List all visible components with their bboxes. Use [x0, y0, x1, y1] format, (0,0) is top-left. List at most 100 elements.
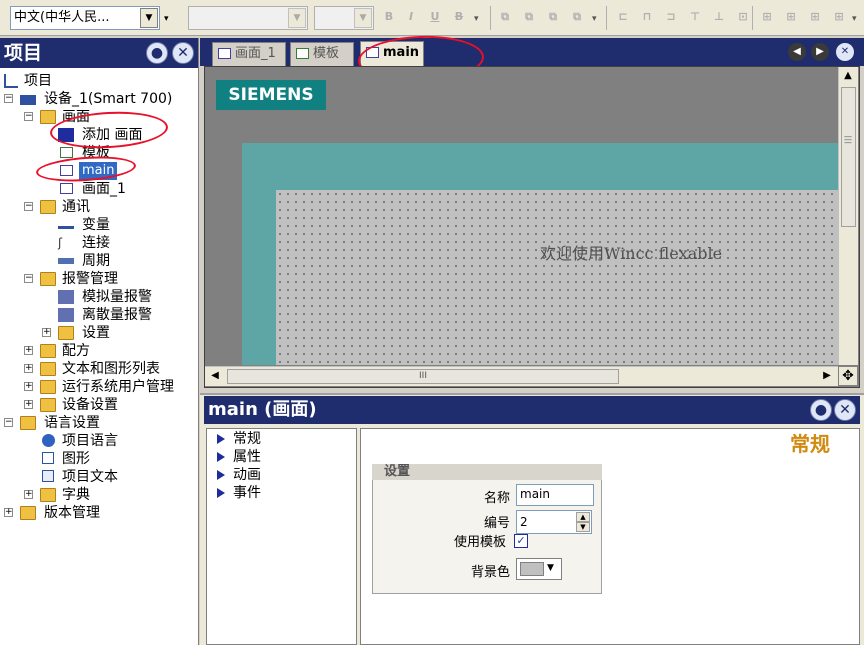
pin-icon[interactable]: ●	[810, 399, 832, 421]
welcome-text-field[interactable]: 欢迎使用Wincc flexable	[540, 240, 722, 264]
template-icon	[296, 48, 309, 59]
scroll-thumb[interactable]	[841, 87, 856, 227]
expand-icon[interactable]: +	[24, 382, 33, 391]
tree-item-label: 通讯	[62, 199, 90, 215]
chevron-down-icon[interactable]: ▼	[547, 563, 554, 573]
expand-icon[interactable]: +	[24, 400, 33, 409]
name-field[interactable]: main	[516, 484, 594, 506]
language-select[interactable]: 中文(中华人民... ▼	[10, 6, 160, 30]
language-select-value: 中文(中华人民...	[14, 10, 110, 25]
tree-item-label: 变量	[82, 217, 110, 233]
tab-main[interactable]: main	[360, 41, 424, 66]
align-top-icon[interactable]: ⊤	[688, 10, 702, 24]
folder-icon	[40, 488, 56, 502]
expand-icon[interactable]: +	[42, 328, 51, 337]
siemens-logo: SIEMENS	[216, 80, 326, 110]
tree-item-label: 画面	[62, 109, 90, 125]
collapse-icon[interactable]: −	[4, 94, 13, 103]
close-icon[interactable]: ✕	[834, 399, 856, 421]
expand-icon[interactable]: +	[24, 364, 33, 373]
folder-icon	[40, 344, 56, 358]
scroll-thumb[interactable]: III	[227, 369, 619, 384]
tree-item-label: 项目文本	[62, 469, 118, 485]
collapse-icon[interactable]: −	[24, 112, 33, 121]
close-icon[interactable]: ✕	[836, 43, 854, 61]
font-size-select[interactable]: ▼	[314, 6, 374, 30]
ungroup-icon[interactable]: ⧉	[522, 10, 536, 24]
distribute-icon[interactable]: ⊞	[808, 10, 822, 24]
tree-item-label: 文本和图形列表	[62, 361, 160, 377]
screen-work-area[interactable]	[276, 190, 838, 365]
tree-item-label: 图形	[62, 451, 90, 467]
toolbar-overflow-icon[interactable]: ▾	[852, 14, 857, 24]
expand-icon[interactable]: +	[4, 508, 13, 517]
folder-icon	[20, 416, 36, 430]
tree-item-label: 项目	[24, 73, 52, 89]
italic-icon[interactable]: I	[404, 10, 418, 24]
align-left-icon[interactable]: ⊏	[616, 10, 630, 24]
tree-item-label: 模板	[82, 145, 110, 161]
distribute-icon[interactable]: ⊞	[832, 10, 846, 24]
number-stepper[interactable]: 2 ▲ ▼	[516, 510, 592, 534]
tree-item-label: 报警管理	[62, 271, 118, 287]
category-animations[interactable]: 动画	[215, 466, 261, 484]
group-icon[interactable]: ⧉	[498, 10, 512, 24]
align-bottom-icon[interactable]: ⊡	[736, 10, 750, 24]
expand-icon[interactable]: +	[24, 490, 33, 499]
align-right-icon[interactable]: ⊐	[664, 10, 678, 24]
tab-screen-1[interactable]: 画面_1	[212, 42, 286, 66]
background-color-picker[interactable]: ▼	[516, 558, 562, 580]
underline-icon[interactable]: U	[428, 10, 442, 24]
category-events[interactable]: 事件	[215, 484, 261, 502]
collapse-icon[interactable]: −	[24, 274, 33, 283]
texts-icon	[42, 470, 54, 482]
screen-icon	[60, 183, 73, 194]
move-icon[interactable]: ✥	[838, 366, 858, 386]
scroll-up-icon[interactable]: ▲	[840, 68, 856, 84]
use-template-checkbox[interactable]: ✓	[514, 534, 528, 548]
tree-item-label: 连接	[82, 235, 110, 251]
tab-template[interactable]: 模板	[290, 42, 354, 66]
chevron-down-icon[interactable]: ▼	[354, 8, 372, 28]
globe-icon	[42, 434, 55, 447]
scroll-left-icon[interactable]: ◀	[207, 368, 223, 384]
folder-icon	[40, 380, 56, 394]
settings-group-title: 设置	[372, 464, 602, 480]
use-template-label: 使用模板	[453, 535, 506, 550]
scroll-right-icon[interactable]: ▶	[819, 368, 835, 384]
vertical-scrollbar[interactable]: ▲ — — —	[838, 67, 858, 365]
distribute-icon[interactable]: ⊞	[784, 10, 798, 24]
category-properties[interactable]: 属性	[215, 448, 261, 466]
template-icon	[60, 147, 73, 158]
expand-icon[interactable]: +	[24, 346, 33, 355]
bold-icon[interactable]: B	[382, 10, 396, 24]
tab-prev-icon[interactable]: ◀	[788, 43, 806, 61]
collapse-icon[interactable]: −	[24, 202, 33, 211]
align-middle-icon[interactable]: ⊥	[712, 10, 726, 24]
distribute-icon[interactable]: ⊞	[760, 10, 774, 24]
tab-label: 模板	[313, 46, 340, 61]
rotate-icon[interactable]: ⧉	[546, 10, 560, 24]
chevron-down-icon[interactable]: ▼	[288, 8, 306, 28]
close-icon[interactable]: ✕	[172, 42, 194, 64]
toolbar-overflow-icon[interactable]: ▾	[474, 14, 479, 24]
stepper-up-icon[interactable]: ▲	[576, 512, 590, 522]
stepper-down-icon[interactable]: ▼	[576, 522, 590, 532]
horizontal-scrollbar[interactable]: ◀ III ▶	[205, 366, 838, 386]
pin-icon[interactable]: ●	[146, 42, 168, 64]
toolbar-overflow-icon[interactable]: ▾	[592, 14, 597, 24]
category-general[interactable]: 常规	[215, 430, 261, 448]
screen-icon	[60, 165, 73, 176]
chevron-down-icon[interactable]: ▼	[140, 8, 158, 28]
flip-icon[interactable]: ⧉	[570, 10, 584, 24]
tree-item-label: 离散量报警	[82, 307, 152, 323]
number-value: 2	[520, 515, 528, 529]
align-center-icon[interactable]: ⊓	[640, 10, 654, 24]
toolbar-overflow-icon[interactable]: ▾	[164, 14, 169, 24]
graphics-icon	[42, 452, 54, 464]
collapse-icon[interactable]: −	[4, 418, 13, 427]
tab-next-icon[interactable]: ▶	[811, 43, 829, 61]
tab-label: main	[383, 45, 420, 60]
strikethrough-icon[interactable]: B	[452, 10, 466, 24]
font-select[interactable]: ▼	[188, 6, 308, 30]
